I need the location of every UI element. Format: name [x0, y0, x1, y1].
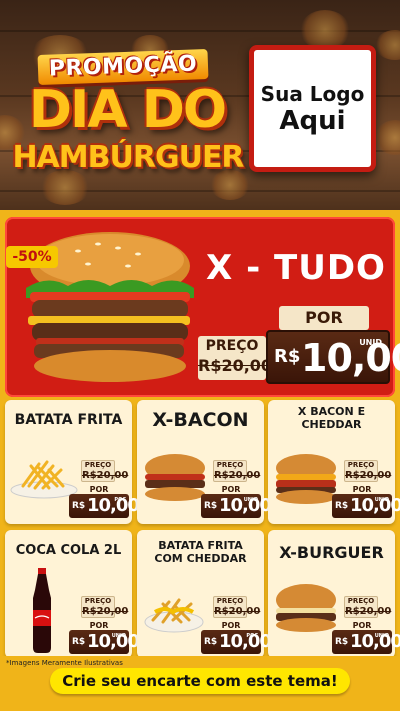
unit-label: POÇ	[246, 633, 258, 639]
card-price: PREÇO R$20,00 POR R$ 10,00 POÇ	[201, 596, 272, 654]
preco-label: PREÇO	[205, 338, 259, 354]
unit-label: UNID	[374, 497, 389, 503]
card-price: PREÇO R$20,00 POR R$ 10,00 UNID	[201, 460, 272, 518]
price-value: 10,00	[219, 631, 272, 652]
preco-label: PREÇO	[347, 597, 375, 605]
product-name: X BACON E CHEDDAR	[297, 405, 366, 431]
unit-label: UNID	[374, 633, 389, 639]
logo-placeholder: Sua Logo Aqui	[249, 45, 376, 172]
new-price-box: R$ 10,00 UNID	[266, 330, 400, 384]
por-label: POR	[89, 621, 109, 630]
hamburger-image	[145, 454, 205, 501]
cheese-fries-image	[144, 598, 204, 633]
product-card: BATATA FRITA COM CHEDDAR PREÇO R$20,00 PO…	[137, 530, 272, 658]
product-card: X BACON E CHEDDAR PREÇO R$20,00 POR R$ 10,…	[268, 400, 400, 524]
currency: R$	[72, 637, 86, 647]
por-label: POR	[89, 485, 109, 494]
preco-label: PREÇO	[84, 597, 112, 605]
por-label: POR	[221, 485, 241, 494]
featured-price: POR PREÇO R$20,00 R$ 10,00 UNID	[198, 306, 400, 386]
preco-label: PREÇO	[216, 597, 244, 605]
promo-title: PROMOÇÃO DIA DO HAMBÚRGUER	[8, 44, 248, 184]
product-name: X-BURGUER	[279, 543, 384, 562]
unit-label: UNID	[111, 633, 126, 639]
featured-name: X - TUDO	[206, 248, 386, 288]
product-name: COCA COLA 2L	[15, 543, 122, 558]
product-name: BATATA FRITA COM CHEDDAR	[154, 539, 247, 565]
product-card: COCA COLA 2L PREÇO R$20,00 POR R$ 10,00 UNI…	[5, 530, 140, 658]
title-line-2: HAMBÚRGUER	[12, 140, 244, 175]
card-price: PREÇO R$20,00 POR R$ 10,00 POÇ	[69, 460, 140, 518]
title-line-1: DIA DO	[28, 80, 227, 140]
currency: R$	[204, 637, 218, 647]
product-card: BATATA FRITA PREÇO R$20,00 POR R$ 10,00 POÇ	[5, 400, 140, 524]
product-card: X-BACON PREÇO R$20,00 POR R$ 10,00 UNID	[137, 400, 272, 524]
price-value: 10,00	[87, 495, 140, 516]
unit-label: POÇ	[114, 497, 126, 503]
currency: R$	[335, 637, 349, 647]
old-price-tag: PREÇO R$20,00	[198, 336, 273, 380]
card-price: PREÇO R$20,00 POR R$ 10,00 UNID	[69, 596, 140, 654]
old-price: R$20,00	[214, 470, 261, 481]
old-price: R$20,00	[345, 470, 392, 481]
hamburger-image	[276, 584, 336, 632]
product-name: X-BACON	[152, 409, 249, 431]
disclaimer-note: *Imagens Meramente Ilustrativas	[6, 659, 123, 667]
preco-label: PREÇO	[347, 461, 375, 469]
card-price: PREÇO R$20,00 POR R$ 10,00 UNID	[332, 460, 400, 518]
unit-label: UNID	[243, 497, 258, 503]
old-price: R$20,00	[214, 606, 261, 617]
por-label: POR	[352, 621, 372, 630]
currency: R$	[274, 346, 301, 367]
hamburger-image	[276, 454, 336, 504]
old-price: R$20,00	[198, 356, 273, 375]
currency: R$	[335, 501, 349, 511]
currency: R$	[72, 501, 86, 511]
preco-label: PREÇO	[216, 461, 244, 469]
product-card: X-BURGUER PREÇO R$20,00 POR R$ 10,00 UNID	[268, 530, 400, 658]
cta-button[interactable]: Crie seu encarte com este tema!	[50, 668, 350, 694]
old-price: R$20,00	[82, 606, 129, 617]
currency: R$	[204, 501, 218, 511]
unit-label: UNID	[359, 338, 382, 347]
por-label: POR	[352, 485, 372, 494]
discount-badge: -50%	[6, 246, 58, 268]
soda-bottle-image	[33, 568, 51, 653]
old-price: R$20,00	[82, 470, 129, 481]
header-banner: PROMOÇÃO DIA DO HAMBÚRGUER Sua Logo Aqui	[0, 0, 400, 215]
logo-text-2: Aqui	[279, 105, 346, 136]
por-label: POR	[279, 306, 369, 330]
product-name: BATATA FRITA	[14, 412, 123, 428]
card-price: PREÇO R$20,00 POR R$ 10,00 UNID	[332, 596, 400, 654]
old-price: R$20,00	[345, 606, 392, 617]
price-value: 10,00	[301, 336, 400, 380]
preco-label: PREÇO	[84, 461, 112, 469]
por-label: POR	[221, 621, 241, 630]
logo-text-1: Sua Logo	[260, 81, 365, 106]
